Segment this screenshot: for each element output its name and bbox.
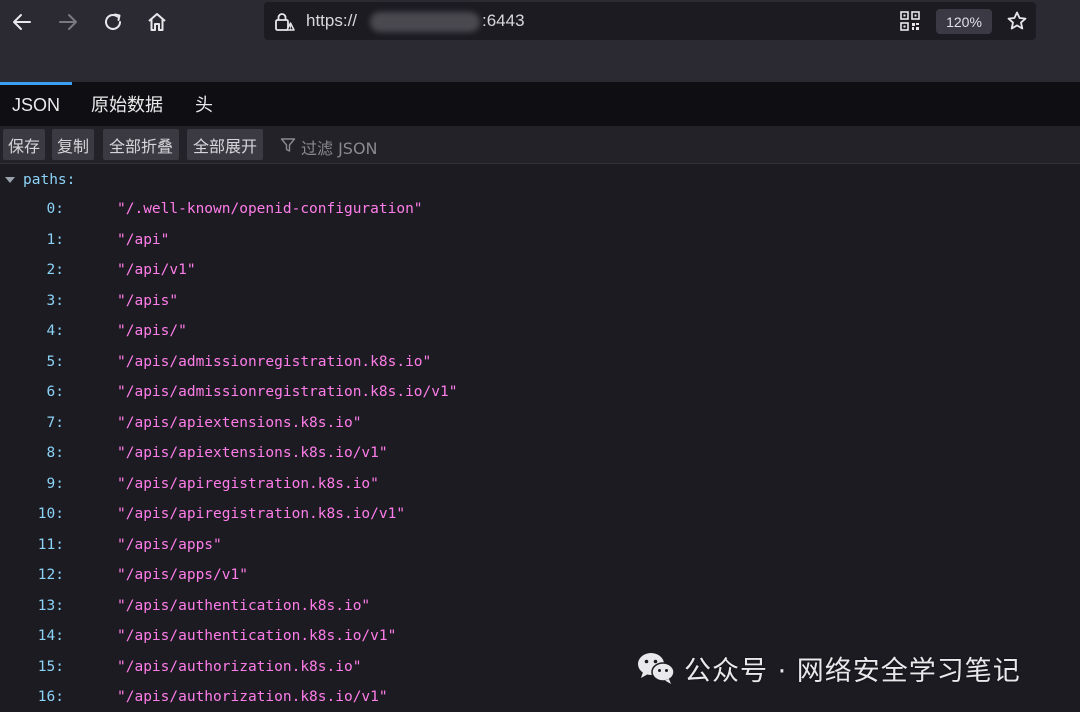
string-value: "/apis/authorization.k8s.io" <box>117 658 362 675</box>
array-index: 6: <box>46 384 64 400</box>
lock-warning-icon[interactable] <box>273 11 295 33</box>
array-index: 10: <box>37 506 64 522</box>
array-index: 16: <box>37 689 64 705</box>
string-value: "/apis/admissionregistration.k8s.io" <box>117 353 432 370</box>
json-key: paths: <box>23 172 76 188</box>
star-icon[interactable] <box>1006 10 1028 32</box>
array-index: 1: <box>46 231 64 248</box>
string-value: "/apis/authentication.k8s.io/v1" <box>117 628 397 644</box>
array-index: 15: <box>37 658 64 675</box>
filter-json-input[interactable]: 过滤 JSON <box>301 135 378 159</box>
forward-button[interactable] <box>52 6 84 38</box>
copy-button[interactable]: 复制 <box>52 129 94 160</box>
navigation-toolbar: https:// :6443 120% <box>0 0 1080 44</box>
url-scheme: https:// <box>306 11 358 30</box>
array-index: 14: <box>37 628 64 644</box>
array-index: 9: <box>46 475 64 492</box>
bookmarks-strip <box>0 44 1080 82</box>
array-index: 11: <box>37 536 64 553</box>
table-row[interactable]: 0: "/.well-known/openid-configuration" <box>0 195 1080 225</box>
array-index: 13: <box>37 597 64 614</box>
arrow-right-icon <box>59 14 77 30</box>
array-index: 8: <box>46 445 64 461</box>
watermark-text: 公众号 · 网络安全学习笔记 <box>684 655 1021 687</box>
home-button[interactable] <box>141 6 173 38</box>
array-index: 4: <box>46 323 64 339</box>
reload-icon <box>105 13 121 30</box>
array-index: 0: <box>46 201 64 217</box>
string-value: "/apis/admissionregistration.k8s.io/v1" <box>117 384 458 400</box>
table-row[interactable]: 5: "/apis/admissionregistration.k8s.io" <box>0 348 1080 378</box>
string-value: "/apis/authentication.k8s.io" <box>117 597 371 614</box>
viewer-tabs: JSON 原始数据 头 <box>0 82 1080 126</box>
browser-window: https:// :6443 120% JSON 原始数据 头 保存 复制 全部… <box>0 0 1080 712</box>
array-index: 3: <box>46 292 64 309</box>
table-row[interactable]: 4: "/apis/" <box>0 317 1080 347</box>
wechat-icon <box>638 653 675 684</box>
table-row[interactable]: 3: "/apis" <box>0 287 1080 317</box>
table-row[interactable]: 2: "/api/v1" <box>0 256 1080 286</box>
table-row[interactable]: 9: "/apis/apiregistration.k8s.io" <box>0 470 1080 500</box>
table-row[interactable]: 10: "/apis/apiregistration.k8s.io/v1" <box>0 500 1080 530</box>
table-row[interactable]: 11: "/apis/apps" <box>0 531 1080 561</box>
table-row[interactable]: 8: "/apis/apiextensions.k8s.io/v1" <box>0 439 1080 469</box>
string-value: "/apis/apiregistration.k8s.io/v1" <box>117 506 406 522</box>
string-value: "/apis/apps/v1" <box>117 567 248 583</box>
string-value: "/apis" <box>117 292 179 309</box>
json-action-bar: 保存 复制 全部折叠 全部展开 过滤 JSON <box>0 126 1080 164</box>
array-index: 7: <box>46 414 64 431</box>
string-value: "/.well-known/openid-configuration" <box>117 201 423 217</box>
string-value: "/apis/apiregistration.k8s.io" <box>117 475 379 492</box>
array-index: 12: <box>37 567 64 583</box>
arrow-left-icon <box>13 14 31 30</box>
zoom-level-badge[interactable]: 120% <box>936 9 992 34</box>
tab-raw-data[interactable]: 原始数据 <box>82 82 172 126</box>
string-value: "/apis/apps" <box>117 536 222 553</box>
table-row[interactable]: 12: "/apis/apps/v1" <box>0 561 1080 591</box>
table-row[interactable]: 7: "/apis/apiextensions.k8s.io" <box>0 409 1080 439</box>
array-index: 2: <box>46 262 64 278</box>
table-row[interactable]: 1: "/api" <box>0 226 1080 256</box>
reload-button[interactable] <box>97 6 129 38</box>
watermark: 公众号 · 网络安全学习笔记 <box>636 648 1021 688</box>
table-row[interactable]: 13: "/apis/authentication.k8s.io" <box>0 592 1080 622</box>
save-button[interactable]: 保存 <box>3 129 45 160</box>
table-row[interactable]: 6: "/apis/admissionregistration.k8s.io/v… <box>0 378 1080 408</box>
url-host-redacted <box>370 12 480 32</box>
qr-code-icon[interactable] <box>900 11 920 31</box>
chevron-down-icon[interactable] <box>3 173 17 187</box>
filter-icon <box>280 138 296 152</box>
array-index: 5: <box>46 353 64 370</box>
tab-headers[interactable]: 头 <box>186 82 222 126</box>
string-value: "/apis/apiextensions.k8s.io/v1" <box>117 445 388 461</box>
string-value: "/apis/apiextensions.k8s.io" <box>117 414 362 431</box>
json-tree: paths: 0: "/.well-known/openid-configura… <box>0 166 1080 712</box>
string-value: "/api/v1" <box>117 262 196 278</box>
tab-json[interactable]: JSON <box>0 82 72 126</box>
string-value: "/apis/authorization.k8s.io/v1" <box>117 689 388 705</box>
collapse-all-button[interactable]: 全部折叠 <box>103 129 179 160</box>
tree-root-paths[interactable]: paths: <box>3 170 75 190</box>
string-value: "/apis/" <box>117 323 187 339</box>
url-bar[interactable]: https:// :6443 120% <box>264 2 1036 40</box>
url-port: :6443 <box>482 11 525 30</box>
string-value: "/api" <box>117 231 170 248</box>
expand-all-button[interactable]: 全部展开 <box>187 129 263 160</box>
home-icon <box>148 13 166 31</box>
back-button[interactable] <box>6 6 38 38</box>
